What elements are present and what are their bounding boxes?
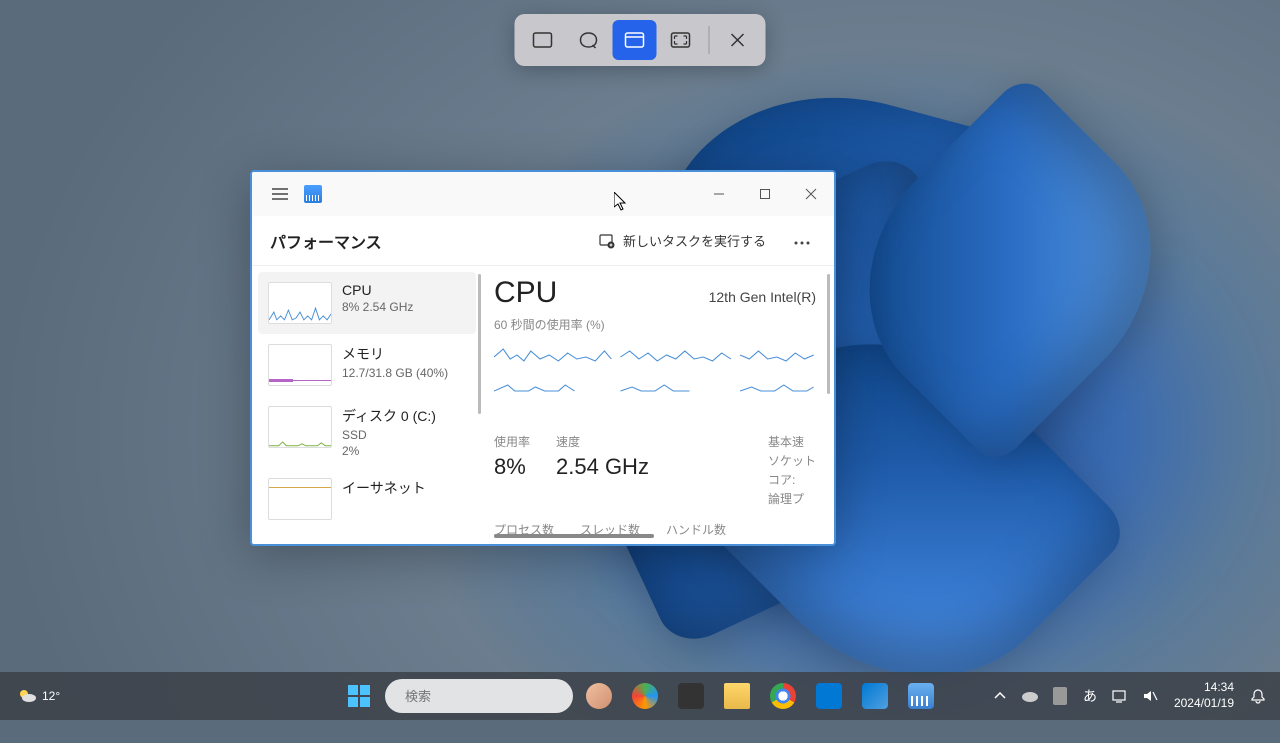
tray-notifications-button[interactable]: [1244, 676, 1272, 716]
task-manager-icon: [304, 185, 322, 203]
titlebar[interactable]: [252, 172, 834, 216]
item-sub2: 2%: [342, 444, 436, 458]
clock-time: 14:34: [1174, 680, 1234, 696]
item-name: ディスク 0 (C:): [342, 406, 436, 426]
usage-value: 8%: [494, 454, 530, 480]
minimize-button[interactable]: [696, 178, 742, 210]
sidebar-item-memory[interactable]: メモリ 12.7/31.8 GB (40%): [258, 334, 476, 396]
logical-label: 論理プ: [768, 490, 816, 507]
page-title: パフォーマンス: [270, 229, 589, 253]
snip-fullscreen-button[interactable]: [659, 20, 703, 60]
sidebar-item-cpu[interactable]: CPU 8% 2.54 GHz: [258, 272, 476, 334]
taskbar-app-store[interactable]: [809, 676, 849, 716]
item-sub: 8% 2.54 GHz: [342, 300, 413, 314]
run-task-icon: [599, 233, 615, 249]
performance-detail: CPU 12th Gen Intel(R) 60 秒間の使用率 (%): [476, 266, 834, 544]
item-sub: 12.7/31.8 GB (40%): [342, 366, 448, 380]
search-input[interactable]: [405, 689, 581, 704]
snip-window-button[interactable]: [613, 20, 657, 60]
task-manager-window: パフォーマンス 新しいタスクを実行する CPU 8% 2.54 GHz: [250, 170, 836, 546]
disk-sparkline: [268, 406, 332, 448]
sidebar-item-ethernet[interactable]: イーサネット: [258, 468, 476, 530]
taskbar-search[interactable]: [385, 679, 573, 713]
item-name: メモリ: [342, 344, 448, 364]
tray-onedrive-icon[interactable]: [1016, 676, 1044, 716]
item-name: CPU: [342, 282, 413, 298]
taskbar-app-copilot[interactable]: [579, 676, 619, 716]
snipping-toolbar: [515, 14, 766, 66]
tray-ime-button[interactable]: あ: [1076, 676, 1104, 716]
handles-label: ハンドル数: [666, 521, 726, 538]
maximize-button[interactable]: [742, 178, 788, 210]
taskbar-clock[interactable]: 14:34 2024/01/19: [1166, 680, 1242, 711]
item-sub: SSD: [342, 428, 436, 442]
performance-sidebar: CPU 8% 2.54 GHz メモリ 12.7/31.8 GB (40%) デ…: [252, 266, 476, 544]
main-scrollbar[interactable]: [827, 274, 830, 394]
close-button[interactable]: [788, 178, 834, 210]
memory-sparkline: [268, 344, 332, 386]
taskbar-app-explorer[interactable]: [717, 676, 757, 716]
speed-label: 速度: [556, 433, 649, 450]
cpu-usage-chart: [494, 337, 816, 411]
taskbar-app-chrome[interactable]: [763, 676, 803, 716]
run-task-label: 新しいタスクを実行する: [623, 231, 766, 250]
page-header: パフォーマンス 新しいタスクを実行する: [252, 216, 834, 266]
taskbar-app-taskmanager[interactable]: [901, 676, 941, 716]
taskbar: 12° あ 14:34 2024/01/19: [0, 672, 1280, 720]
snip-freeform-button[interactable]: [567, 20, 611, 60]
taskbar-app-3[interactable]: [671, 676, 711, 716]
tray-volume-icon[interactable]: [1136, 676, 1164, 716]
sidebar-item-disk[interactable]: ディスク 0 (C:) SSD 2%: [258, 396, 476, 468]
taskbar-app-outlook[interactable]: [855, 676, 895, 716]
weather-icon: [16, 685, 38, 707]
hamburger-menu-button[interactable]: [264, 178, 296, 210]
windows-logo-icon: [348, 685, 370, 707]
weather-temp: 12°: [42, 689, 60, 703]
start-button[interactable]: [339, 676, 379, 716]
weather-widget[interactable]: 12°: [8, 681, 68, 711]
run-new-task-button[interactable]: 新しいタスクを実行する: [589, 225, 776, 256]
tray-overflow-button[interactable]: [986, 676, 1014, 716]
speed-value: 2.54 GHz: [556, 454, 649, 480]
usage-label: 使用率: [494, 433, 530, 450]
cpu-sparkline: [268, 282, 332, 324]
tray-network-icon[interactable]: [1106, 676, 1134, 716]
clock-date: 2024/01/19: [1174, 696, 1234, 712]
tray-app-icon[interactable]: [1046, 676, 1074, 716]
item-name: イーサネット: [342, 478, 426, 498]
ethernet-sparkline: [268, 478, 332, 520]
chart-label: 60 秒間の使用率 (%): [494, 316, 816, 333]
detail-subtitle: 12th Gen Intel(R): [709, 289, 816, 305]
taskbar-app-2[interactable]: [625, 676, 665, 716]
snip-close-button[interactable]: [716, 20, 760, 60]
sockets-label: ソケット: [768, 452, 816, 469]
horizontal-scrollbar[interactable]: [494, 534, 654, 538]
more-options-button[interactable]: [788, 226, 816, 256]
detail-title: CPU: [494, 276, 557, 310]
base-speed-label: 基本速: [768, 433, 816, 450]
snip-rectangular-button[interactable]: [521, 20, 565, 60]
cores-label: コア:: [768, 471, 816, 488]
separator: [709, 26, 710, 54]
